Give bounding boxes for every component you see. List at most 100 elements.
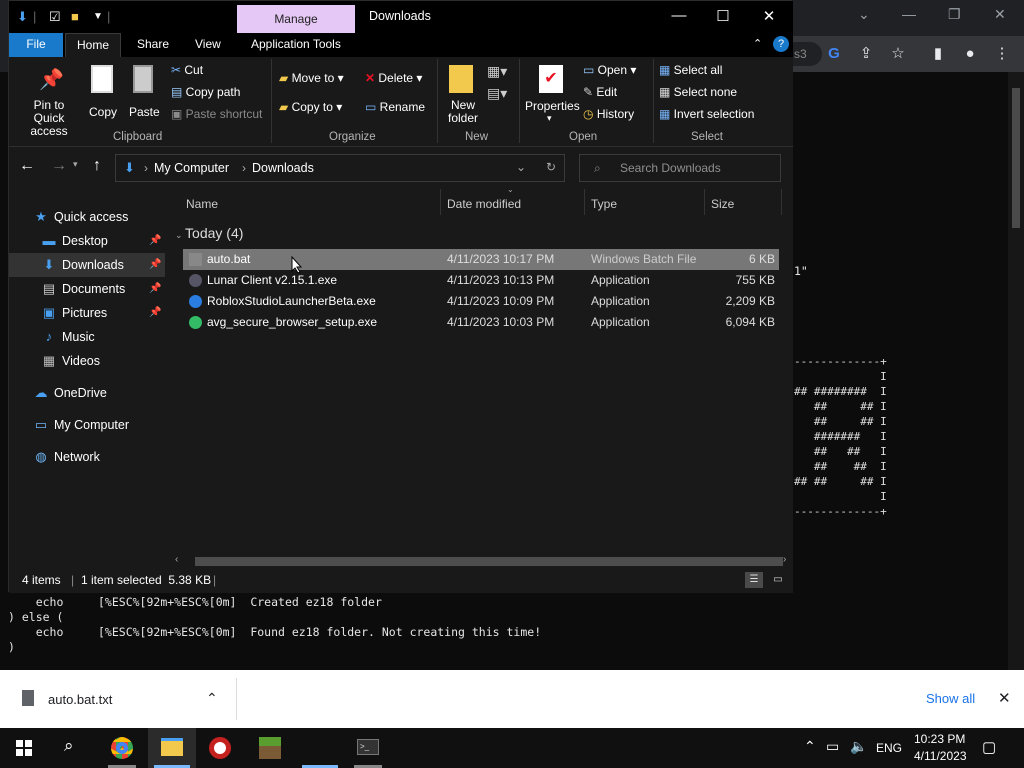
close-download-bar-icon[interactable]: ✕ <box>998 689 1011 707</box>
taskbar-empty-slot[interactable] <box>296 728 344 768</box>
select-all-button[interactable]: ▦ Select all <box>659 63 722 77</box>
google-icon[interactable]: G <box>824 44 844 64</box>
taskbar-terminal[interactable]: >_ <box>344 728 392 768</box>
close-button[interactable]: ✕ <box>759 7 779 25</box>
clock-time[interactable]: 10:23 PM <box>914 732 965 746</box>
forward-arrow-icon[interactable]: → <box>51 157 67 175</box>
download-options-chevron-icon[interactable]: ⌃ <box>206 690 218 707</box>
edit-button[interactable]: ✎ Edit <box>583 85 617 99</box>
sidebar-item-my-computer[interactable]: ▭ My Computer <box>9 413 165 437</box>
move-to-button[interactable]: ▰ Move to ▾ <box>279 71 344 85</box>
column-header-type[interactable]: Type <box>591 197 617 211</box>
new-folder-icon[interactable]: ■ <box>71 9 79 24</box>
delete-button[interactable]: ✕ Delete ▾ <box>365 71 422 85</box>
language-indicator[interactable]: ENG <box>876 741 902 755</box>
scroll-right-icon[interactable]: › <box>783 554 786 565</box>
tab-home[interactable]: Home <box>65 33 121 57</box>
search-input[interactable]: ⌕ Search Downloads <box>579 154 781 182</box>
column-divider[interactable] <box>704 189 705 215</box>
sidebar-item-desktop[interactable]: ▬ Desktop 📌 <box>9 229 165 253</box>
paste-button[interactable]: Paste <box>127 65 161 119</box>
pin-to-quick-access-button[interactable]: 📌 Pin to Quick access <box>15 65 81 138</box>
pin-icon[interactable]: 📌 <box>149 253 161 277</box>
paste-shortcut-button[interactable]: ▣ Paste shortcut <box>171 107 262 121</box>
maximize-button[interactable]: ☐ <box>713 7 733 25</box>
side-panel-icon[interactable]: ▮ <box>928 44 948 64</box>
invert-selection-button[interactable]: ▦ Invert selection <box>659 107 754 121</box>
copy-path-button[interactable]: ▤ Copy path <box>171 85 240 99</box>
scroll-left-icon[interactable]: ‹ <box>175 554 178 565</box>
easy-access-icon[interactable]: ▤▾ <box>487 85 507 102</box>
copy-to-button[interactable]: ▰ Copy to ▾ <box>279 100 342 114</box>
tab-share[interactable]: Share <box>127 33 179 57</box>
clock-date[interactable]: 4/11/2023 <box>914 749 967 763</box>
search-button[interactable]: ⌕ <box>48 728 96 768</box>
file-row[interactable]: RobloxStudioLauncherBeta.exe 4/11/2023 10… <box>183 291 779 312</box>
pin-icon[interactable]: 📌 <box>149 301 161 325</box>
column-header-date-modified[interactable]: Date modified <box>447 197 521 211</box>
bookmark-star-icon[interactable]: ☆ <box>888 44 908 64</box>
copy-button[interactable]: Copy <box>87 65 121 119</box>
volume-icon[interactable]: 🔈 <box>850 738 867 755</box>
collapse-ribbon-icon[interactable]: ⌃ <box>753 37 762 50</box>
show-all-button[interactable]: Show all <box>926 691 975 706</box>
address-dropdown-icon[interactable]: ⌄ <box>516 160 526 174</box>
share-icon[interactable]: ⇪ <box>856 44 876 64</box>
sidebar-item-videos[interactable]: ▦ Videos <box>9 349 165 373</box>
start-button[interactable] <box>0 728 48 768</box>
sidebar-item-documents[interactable]: ▤ Documents 📌 <box>9 277 165 301</box>
chrome-close-button[interactable]: ✕ <box>994 6 1006 23</box>
sidebar-item-quick-access[interactable]: ★ Quick access <box>9 205 165 229</box>
up-arrow-icon[interactable]: ↑ <box>93 157 101 175</box>
column-divider[interactable] <box>440 189 441 215</box>
taskbar-chrome[interactable] <box>98 728 146 768</box>
tab-application-tools[interactable]: Application Tools <box>241 33 351 57</box>
customize-qat-icon[interactable]: ▼ <box>93 11 103 22</box>
address-bar-fragment[interactable]: s3 <box>792 42 822 66</box>
details-view-icon[interactable]: ☰ <box>745 572 763 588</box>
sidebar-item-onedrive[interactable]: ☁ OneDrive <box>9 381 165 405</box>
sidebar-item-music[interactable]: ♪ Music <box>9 325 165 349</box>
help-icon[interactable]: ? <box>773 36 789 52</box>
taskbar-browser[interactable] <box>196 728 244 768</box>
breadcrumb-my-computer[interactable]: My Computer <box>154 161 229 175</box>
column-divider[interactable] <box>584 189 585 215</box>
sidebar-item-pictures[interactable]: ▣ Pictures 📌 <box>9 301 165 325</box>
notification-icon[interactable]: ▢ <box>982 738 996 756</box>
minimize-button[interactable]: — <box>669 7 689 24</box>
taskbar-file-explorer[interactable] <box>148 728 196 768</box>
file-row[interactable]: avg_secure_browser_setup.exe 4/11/2023 10… <box>183 312 779 333</box>
address-bar[interactable]: ⬇ › My Computer › Downloads ⌄ ↻ <box>115 154 565 182</box>
manage-contextual-tab[interactable]: Manage <box>237 5 355 33</box>
console-scrollbar-thumb[interactable] <box>1012 88 1020 228</box>
show-hidden-icons-icon[interactable]: ⌃ <box>804 738 816 755</box>
properties-button[interactable]: ✔ Properties ▾ <box>523 65 580 125</box>
cut-button[interactable]: ✂ Cut <box>171 63 203 77</box>
sidebar-item-downloads[interactable]: ⬇ Downloads 📌 <box>9 253 165 277</box>
profile-avatar-icon[interactable]: ● <box>960 44 980 64</box>
file-row[interactable]: auto.bat 4/11/2023 10:17 PM Windows Batch … <box>183 249 779 270</box>
network-tray-icon[interactable]: ▭ <box>826 738 839 755</box>
group-header-today[interactable]: ⌄ Today (4) <box>175 225 243 241</box>
back-arrow-icon[interactable]: ← <box>19 157 35 175</box>
tab-view[interactable]: View <box>185 33 231 57</box>
column-divider[interactable] <box>781 189 782 215</box>
rename-button[interactable]: ▭ Rename <box>365 100 425 114</box>
new-item-icon[interactable]: ▦▾ <box>487 63 507 80</box>
chrome-restore-button[interactable]: ❐ <box>948 6 961 23</box>
chrome-minimize-button[interactable]: — <box>902 6 916 22</box>
select-none-button[interactable]: ▦ Select none <box>659 85 737 99</box>
large-icons-view-icon[interactable]: ▭ <box>769 572 787 588</box>
tab-file[interactable]: File <box>9 33 63 57</box>
column-header-name[interactable]: Name <box>186 197 218 211</box>
downloaded-file-name[interactable]: auto.bat.txt <box>48 692 112 707</box>
column-header-size[interactable]: Size <box>711 197 734 211</box>
pin-icon[interactable]: 📌 <box>149 229 161 253</box>
pin-icon[interactable]: 📌 <box>149 277 161 301</box>
properties-icon[interactable]: ☑ <box>49 9 61 25</box>
taskbar-minecraft[interactable] <box>246 728 294 768</box>
refresh-icon[interactable]: ↻ <box>546 160 556 174</box>
chrome-tab-list-icon[interactable]: ⌄ <box>858 6 870 23</box>
recent-locations-icon[interactable]: ▾ <box>73 159 78 170</box>
menu-dots-icon[interactable]: ⋮ <box>992 44 1012 64</box>
